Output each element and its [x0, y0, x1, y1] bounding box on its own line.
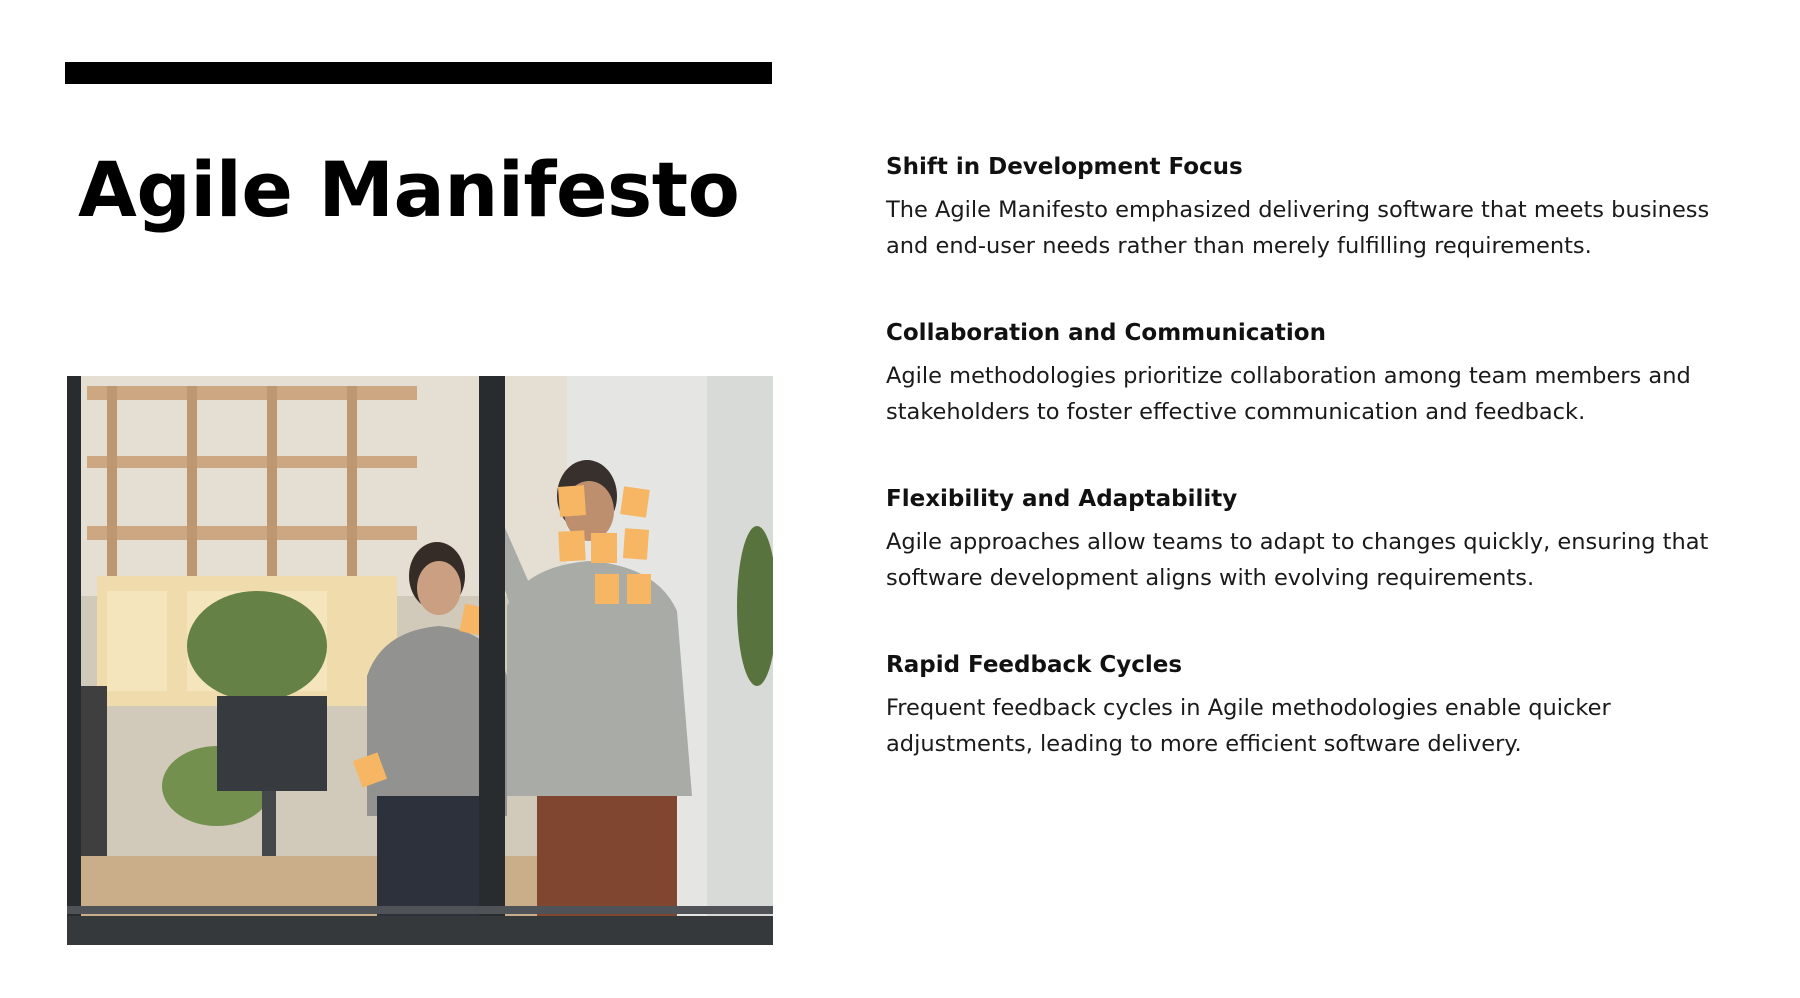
point-body: Agile methodologies prioritize collabora…: [886, 363, 1691, 425]
slide-title: Agile Manifesto: [78, 145, 740, 234]
point-collaboration: Collaboration and Communication Agile me…: [886, 316, 1766, 430]
team-photo: [67, 376, 773, 945]
team-photo-illustration: [67, 376, 773, 945]
point-heading: Flexibility and Adaptability: [886, 486, 1238, 512]
point-body: Agile approaches allow teams to adapt to…: [886, 529, 1709, 591]
point-body: The Agile Manifesto emphasized deliverin…: [886, 197, 1710, 259]
point-heading: Shift in Development Focus: [886, 154, 1243, 180]
point-heading: Rapid Feedback Cycles: [886, 652, 1183, 678]
point-flexibility: Flexibility and Adaptability Agile appro…: [886, 482, 1766, 596]
point-heading: Collaboration and Communication: [886, 320, 1326, 346]
point-body: Frequent feedback cycles in Agile method…: [886, 695, 1611, 757]
title-accent-bar: [65, 62, 772, 84]
point-rapid-feedback: Rapid Feedback Cycles Frequent feedback …: [886, 648, 1766, 762]
point-shift-in-focus: Shift in Development Focus The Agile Man…: [886, 150, 1766, 264]
